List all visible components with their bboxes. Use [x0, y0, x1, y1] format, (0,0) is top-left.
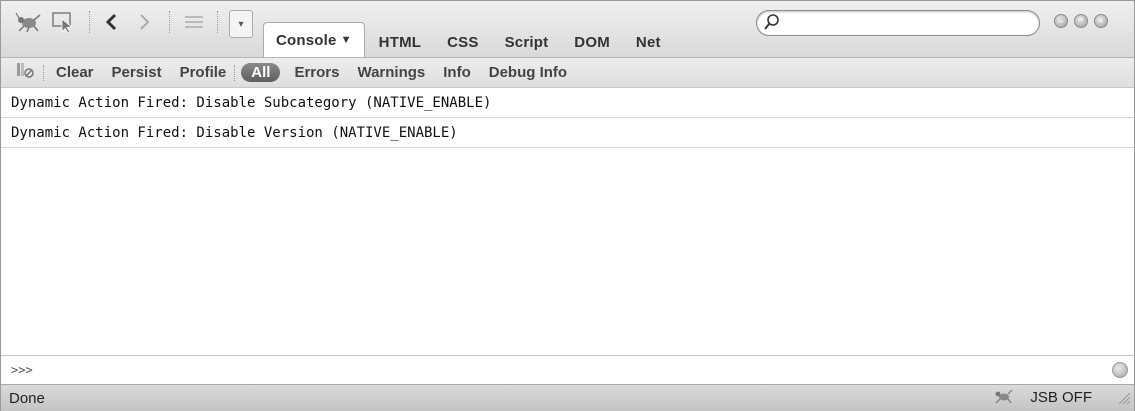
- tab-html[interactable]: HTML: [367, 27, 433, 57]
- search-icon: [763, 13, 781, 36]
- main-toolbar: ▾ Console ▼ HTML CSS Script DOM Net – ^ …: [1, 1, 1134, 58]
- dropdown-icon[interactable]: ▾: [229, 10, 253, 38]
- tab-dom[interactable]: DOM: [562, 27, 622, 57]
- jsb-status[interactable]: JSB OFF: [1030, 389, 1092, 406]
- close-icon[interactable]: ×: [1094, 14, 1108, 28]
- log-row: Dynamic Action Fired: Disable Subcategor…: [1, 88, 1134, 118]
- filter-errors[interactable]: Errors: [294, 64, 339, 81]
- search-input[interactable]: [756, 10, 1040, 36]
- panel-tabs: Console ▼ HTML CSS Script DOM Net: [263, 13, 675, 57]
- filter-warnings[interactable]: Warnings: [357, 64, 425, 81]
- profile-button[interactable]: Profile: [180, 64, 227, 81]
- filter-debug-info[interactable]: Debug Info: [489, 64, 567, 81]
- firebug-panel: ▾ Console ▼ HTML CSS Script DOM Net – ^ …: [0, 0, 1135, 411]
- inspect-icon[interactable]: [51, 10, 77, 34]
- minimize-icon[interactable]: –: [1054, 14, 1068, 28]
- toolbar-separator: [234, 64, 236, 81]
- tab-label: Console: [276, 31, 337, 49]
- clear-button[interactable]: Clear: [56, 64, 94, 81]
- status-text: Done: [9, 389, 45, 407]
- firebug-icon[interactable]: [13, 10, 43, 34]
- resize-grip-icon[interactable]: [1115, 389, 1131, 405]
- toolbar-separator: [89, 11, 90, 33]
- firebug-status-icon[interactable]: [992, 387, 1014, 410]
- log-row: Dynamic Action Fired: Disable Version (N…: [1, 118, 1134, 148]
- console-log: Dynamic Action Fired: Disable Subcategor…: [1, 88, 1134, 148]
- status-bar: Done JSB OFF: [1, 384, 1134, 411]
- tab-css[interactable]: CSS: [435, 27, 490, 57]
- filter-info[interactable]: Info: [443, 64, 471, 81]
- tab-net[interactable]: Net: [624, 27, 673, 57]
- list-icon[interactable]: [179, 10, 209, 34]
- filter-all[interactable]: All: [241, 63, 281, 82]
- clear-console-icon[interactable]: [15, 60, 35, 85]
- console-filter-bar: Clear Persist Profile All Errors Warning…: [1, 58, 1134, 88]
- toolbar-separator: [43, 64, 44, 81]
- back-icon[interactable]: [99, 10, 123, 34]
- toolbar-separator: [217, 11, 218, 33]
- command-prompt: >>>: [11, 363, 33, 377]
- restore-icon[interactable]: ^: [1074, 14, 1088, 28]
- persist-button[interactable]: Persist: [112, 64, 162, 81]
- command-line[interactable]: >>>: [1, 355, 1134, 384]
- forward-icon[interactable]: [133, 10, 157, 34]
- tab-console[interactable]: Console ▼: [263, 22, 365, 57]
- tab-script[interactable]: Script: [493, 27, 561, 57]
- chevron-down-icon: ▼: [340, 34, 352, 46]
- toolbar-separator: [169, 11, 170, 33]
- expand-command-icon[interactable]: [1112, 362, 1128, 378]
